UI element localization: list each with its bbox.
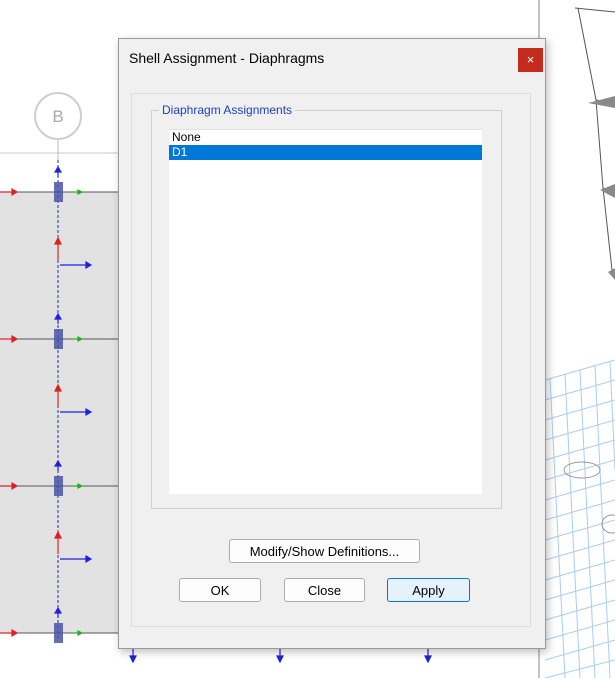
dialog-title: Shell Assignment - Diaphragms (129, 50, 325, 66)
apply-button[interactable]: Apply (387, 578, 470, 602)
group-title: Diaphragm Assignments (159, 103, 296, 117)
close-button[interactable]: Close (284, 578, 365, 602)
grid-label: B (52, 107, 63, 126)
modify-show-definitions-button[interactable]: Modify/Show Definitions... (229, 539, 420, 563)
shell-assignment-dialog: Shell Assignment - Diaphragms × Diaphrag… (118, 38, 546, 649)
list-item-none[interactable]: None (169, 130, 482, 145)
ok-button[interactable]: OK (179, 578, 261, 602)
diaphragm-listbox[interactable]: None D1 (169, 129, 482, 494)
list-item-d1[interactable]: D1 (169, 145, 482, 160)
close-icon[interactable]: × (518, 48, 543, 72)
